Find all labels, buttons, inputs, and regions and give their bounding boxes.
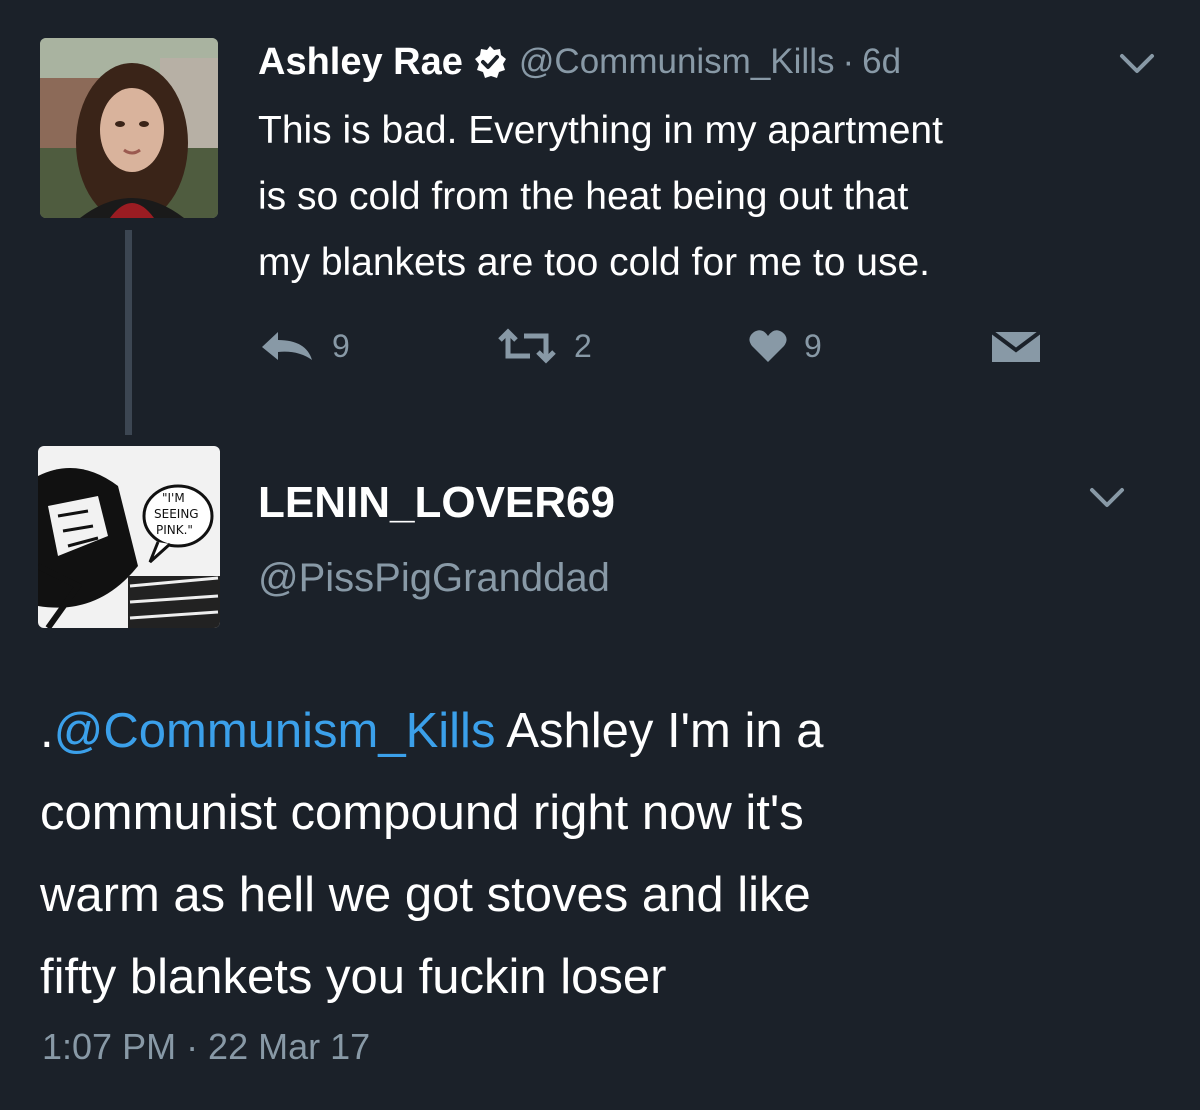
thread-connector-line [125,230,132,435]
verified-badge-icon [474,46,506,78]
heart-icon [749,330,787,362]
reply-count: 9 [332,327,350,364]
tweet2-text-line: warm as hell we got stoves and like [40,868,811,922]
text-line1-rest: Ashley I'm in a [495,704,824,758]
speech-bubble-text-2: SEEING [154,507,199,521]
envelope-icon [990,330,1042,362]
tweet2-text-line: .@Communism_Kills Ashley I'm in a [40,690,1160,772]
retweet-count: 2 [574,327,592,364]
tweet1-text: This is bad. Everything in my apartment … [258,98,1158,296]
like-button[interactable]: 9 [748,320,822,372]
lenin-lover-avatar[interactable]: "I'M SEEING PINK." [38,446,220,628]
tweet1-action-bar: 9 2 9 [258,320,1058,372]
ashley-rae-avatar[interactable] [40,38,218,218]
tweet2-text-line: communist compound right now it's [40,786,804,840]
author-handle[interactable]: @Communism_Kills [519,42,835,82]
tweet2-text: .@Communism_Kills Ashley I'm in a commun… [40,690,1160,1018]
separator-dot: · [842,42,855,81]
chevron-down-icon[interactable] [1118,52,1156,76]
speech-bubble-text-3: PINK." [156,523,193,537]
tweet1-header: Ashley Rae @Communism_Kills · 6d [258,36,901,88]
tweet-timestamp[interactable]: 1:07 PM · 22 Mar 17 [42,1026,370,1068]
tweet1-text-line: is so cold from the heat being out that [258,175,909,218]
direct-message-button[interactable] [990,320,1042,372]
mention-link[interactable]: @Communism_Kills [54,704,496,758]
tweet1-text-line: my blankets are too cold for me to use. [258,241,930,284]
like-count: 9 [804,327,822,364]
retweet-button[interactable]: 2 [496,320,592,372]
speech-bubble-text-1: "I'M [162,491,185,505]
tweet1-text-line: This is bad. Everything in my apartment [258,109,943,152]
author-handle[interactable]: @PissPigGranddad [258,556,610,601]
retweet-icon [498,328,556,364]
author-name[interactable]: Ashley Rae [258,41,463,84]
reply-button[interactable]: 9 [258,320,350,372]
display-name[interactable]: LENIN_LOVER69 [258,478,615,528]
chevron-down-icon[interactable] [1088,486,1126,510]
tweet-age[interactable]: 6d [862,42,901,82]
tweet2-text-line: fifty blankets you fuckin loser [40,950,667,1004]
reply-icon [262,332,312,360]
text-prefix: . [40,704,54,758]
